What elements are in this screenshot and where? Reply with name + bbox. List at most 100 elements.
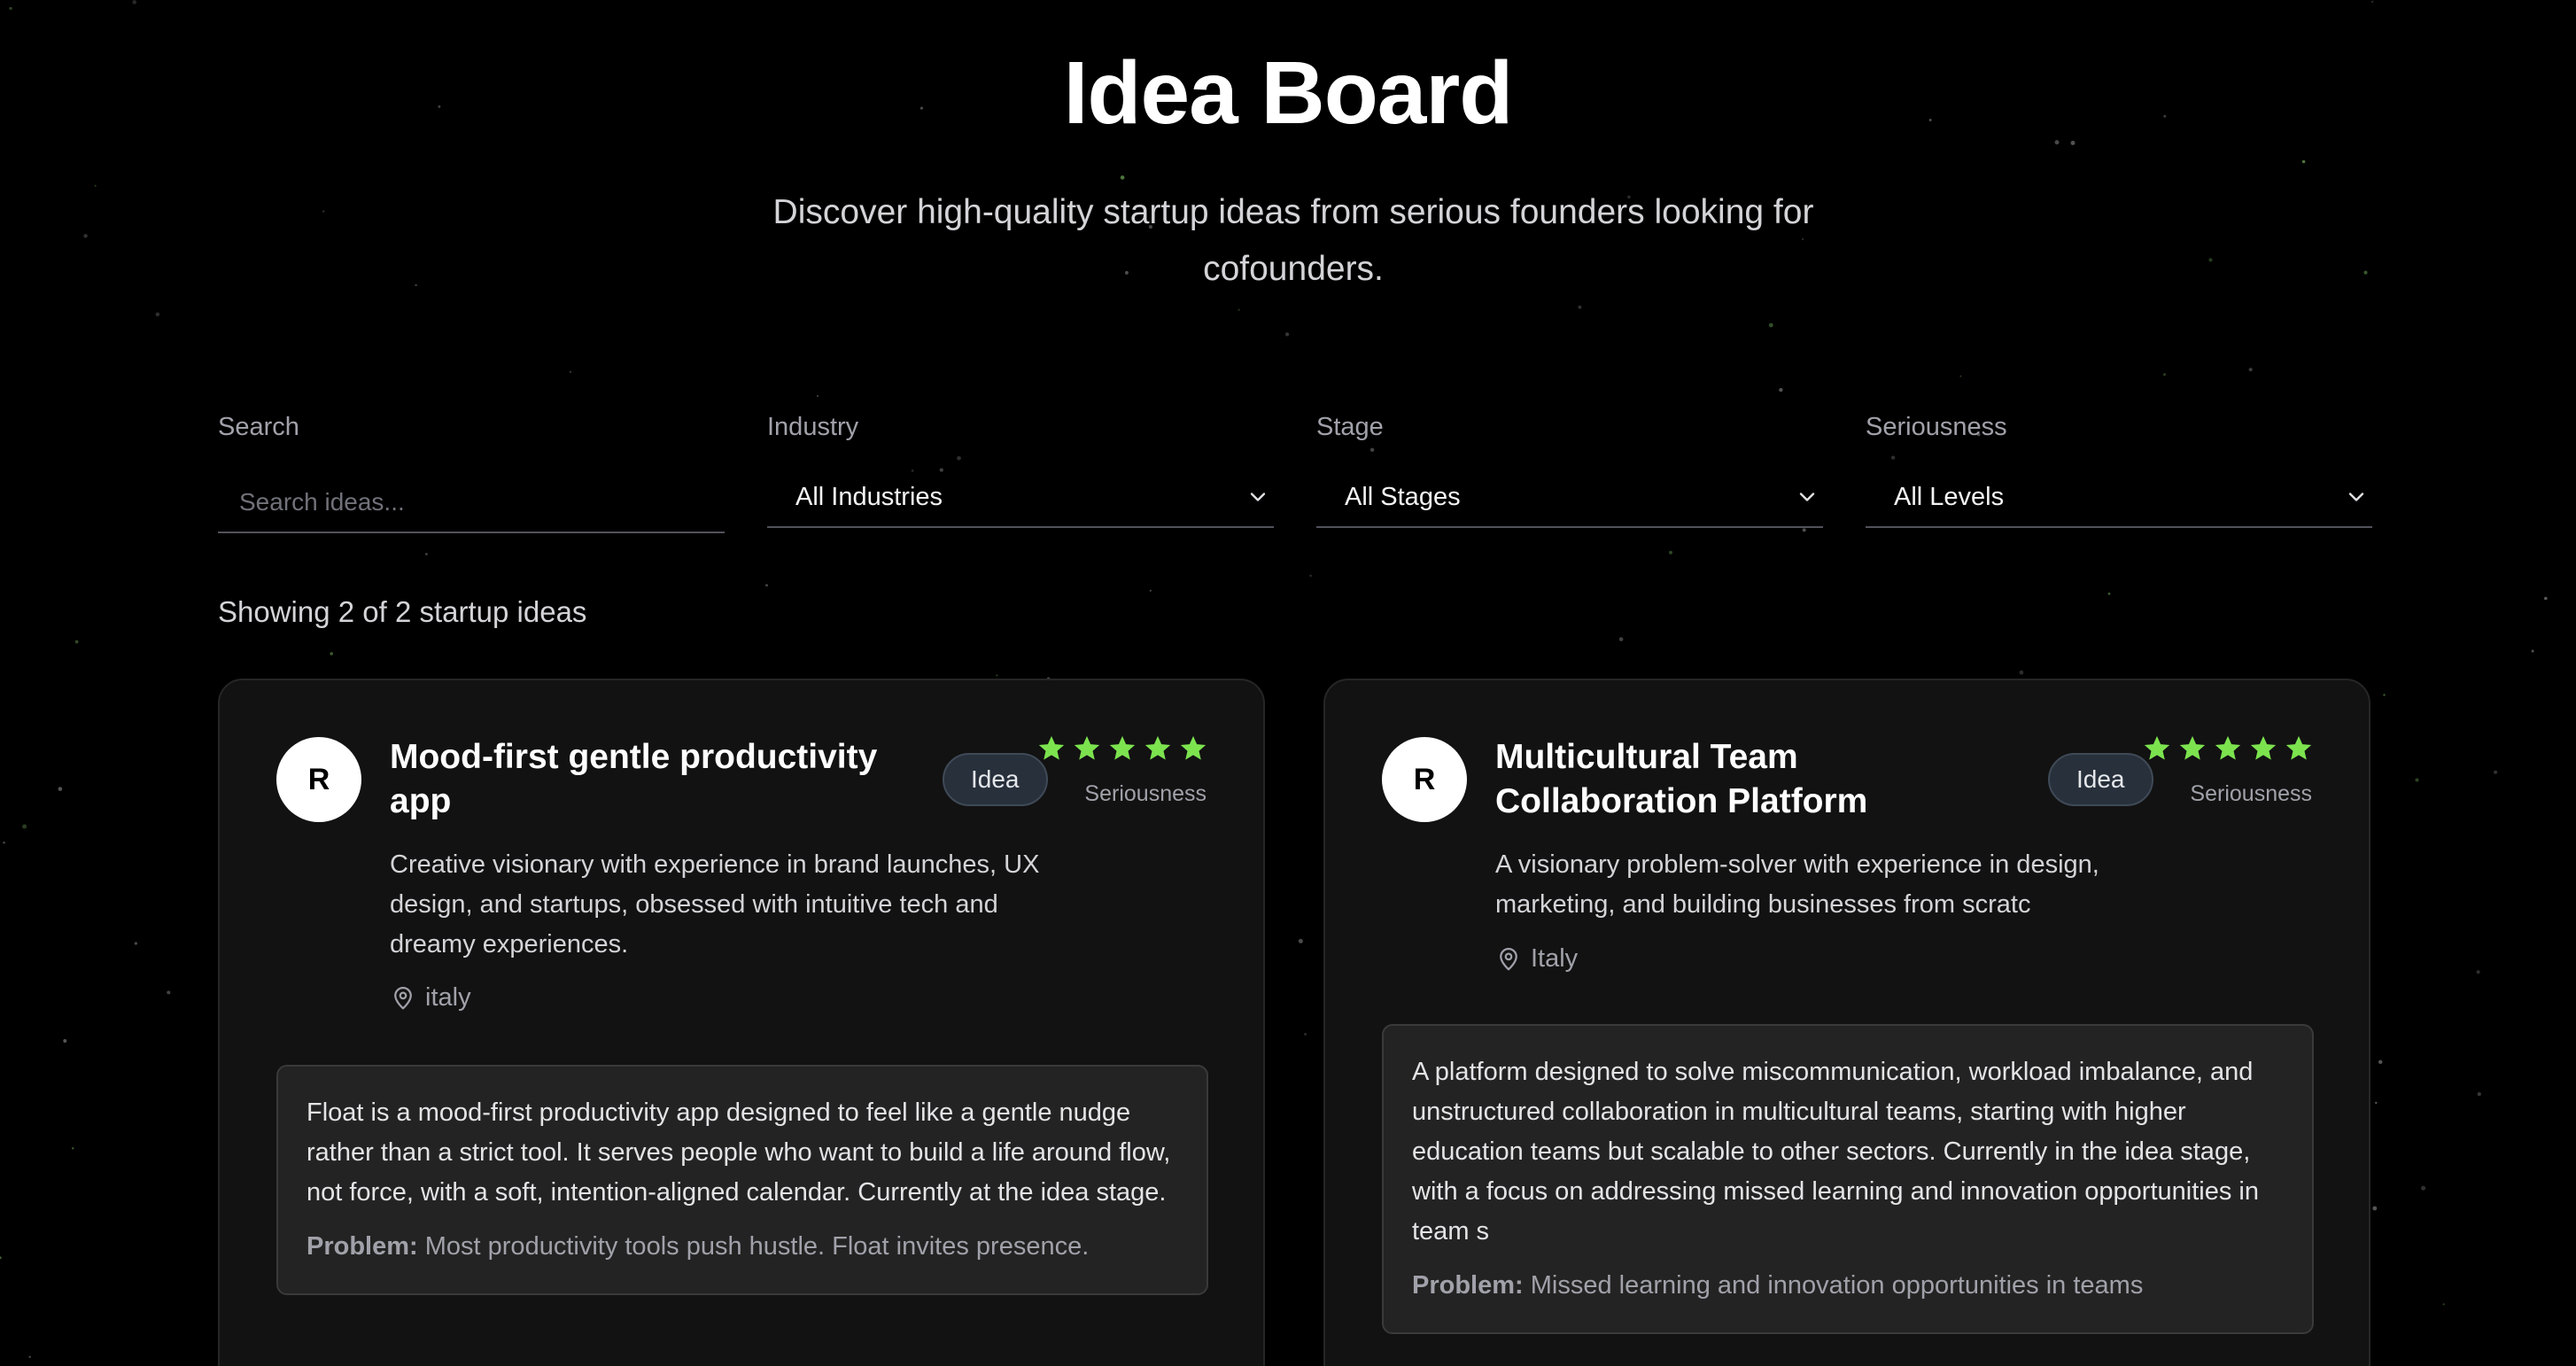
page: Idea Board Discover high-quality startup…	[0, 0, 2576, 1366]
star-dot	[74, 640, 79, 644]
chevron-down-icon	[1799, 493, 1815, 501]
star-dot	[957, 455, 961, 461]
star-dot	[1578, 305, 1582, 309]
star-icon	[2144, 735, 2170, 760]
star-dot	[1304, 1032, 1307, 1036]
star-dot	[2375, 1101, 2378, 1105]
star-icon	[2285, 735, 2312, 760]
star-dot	[2531, 649, 2534, 653]
star-dot	[415, 283, 417, 287]
star-dot	[83, 234, 88, 238]
stage-select-value: All Stages	[1345, 482, 1461, 511]
star-dot	[1309, 574, 1312, 578]
idea-problem: Problem: Most productivity tools push hu…	[306, 1227, 1178, 1267]
seriousness-stars	[2142, 733, 2314, 764]
star-dot	[0, 1256, 2, 1260]
star-dot	[996, 674, 998, 677]
star-dot	[2477, 1092, 2481, 1097]
star-icon	[1038, 735, 1065, 760]
star-dot	[2476, 970, 2480, 974]
founder-bio: Creative visionary with experience in br…	[390, 850, 1040, 959]
idea-problem: Problem: Missed learning and innovation …	[1412, 1266, 2284, 1306]
filter-industry: Industry All Industries	[767, 413, 1274, 528]
star-dot	[1959, 375, 1962, 377]
search-input[interactable]	[218, 473, 725, 533]
location: Italy	[1495, 944, 1578, 974]
star-dot	[1618, 637, 1624, 641]
star-dot	[1890, 455, 1896, 460]
star-dot	[569, 370, 572, 374]
stage-select[interactable]: All Stages	[1316, 468, 1823, 528]
search-label: Search	[218, 413, 299, 441]
filter-stage: Stage All Stages	[1316, 413, 1823, 528]
star-dot	[1668, 550, 1673, 555]
star-dot	[1298, 938, 1303, 943]
industry-select-value: All Industries	[795, 482, 943, 511]
star-dot	[28, 1355, 32, 1359]
star-dot	[132, 0, 137, 4]
star-dot	[1802, 528, 1806, 532]
star-dot	[1284, 332, 1290, 337]
location: italy	[390, 983, 471, 1013]
star-dot	[1779, 387, 1783, 392]
page-subtitle: Discover high-quality startup ideas from…	[772, 193, 1814, 288]
stage-badge: Idea	[2048, 753, 2153, 806]
problem-text: Most productivity tools push hustle. Flo…	[424, 1232, 1090, 1261]
seriousness-select[interactable]: All Levels	[1866, 468, 2372, 528]
star-dot	[3, 841, 5, 844]
seriousness-caption: Seriousness	[2190, 781, 2312, 806]
star-icon	[1144, 735, 1171, 760]
star-dot	[58, 787, 63, 791]
star-icon	[1074, 735, 1100, 760]
star-dot	[63, 1039, 67, 1043]
star-dot	[1369, 447, 1375, 452]
seriousness-select-value: All Levels	[1894, 482, 2005, 511]
star-dot	[2208, 258, 2213, 262]
avatar: R	[1382, 737, 1467, 822]
star-dot	[2372, 1206, 2378, 1211]
star-dot	[155, 312, 160, 317]
seriousness-stars	[1036, 733, 1208, 764]
chevron-down-icon	[2348, 493, 2364, 501]
problem-text: Missed learning and innovation opportuni…	[1530, 1271, 2144, 1300]
star-dot	[2163, 373, 2166, 376]
filter-seriousness: Seriousness All Levels	[1866, 413, 2372, 528]
star-dot	[94, 184, 97, 187]
star-dot	[2363, 270, 2368, 275]
star-dot	[2019, 670, 2024, 675]
idea-title[interactable]: Multicultural Team Collaboration Platfor…	[1495, 735, 2027, 824]
location-text: italy	[425, 983, 471, 1012]
star-dot	[134, 942, 138, 945]
idea-card[interactable]: R Multicultural Team Collaboration Platf…	[1323, 679, 2370, 1366]
star-dot	[330, 652, 334, 656]
idea-title[interactable]: Mood-first gentle productivity app	[390, 735, 921, 824]
idea-card[interactable]: R Mood-first gentle productivity app Ide…	[218, 679, 1265, 1366]
star-dot	[9, 6, 12, 11]
idea-description-box: A platform designed to solve miscommunic…	[1382, 1024, 2314, 1334]
star-dot	[2383, 694, 2386, 696]
problem-label: Problem:	[1412, 1271, 1524, 1300]
star-dot	[2494, 770, 2498, 774]
industry-select[interactable]: All Industries	[767, 468, 1274, 528]
seriousness-caption: Seriousness	[1084, 781, 1207, 806]
page-title: Idea Board	[1063, 43, 1514, 143]
star-dot	[2421, 1185, 2426, 1191]
chevron-down-icon	[1250, 493, 1266, 501]
star-dot	[2544, 596, 2548, 601]
map-pin-icon	[394, 986, 412, 1009]
industry-label: Industry	[767, 413, 859, 441]
star-dot	[1149, 589, 1152, 592]
avatar: R	[276, 737, 361, 822]
stage-label: Stage	[1316, 413, 1384, 441]
seriousness-label: Seriousness	[1866, 413, 2007, 441]
stage-badge: Idea	[943, 753, 1048, 806]
star-dot	[2370, 0, 2374, 4]
star-dot	[1238, 308, 1240, 311]
star-dot	[2107, 592, 2111, 595]
idea-description: Float is a mood-first productivity app d…	[306, 1098, 1171, 1207]
star-icon	[2250, 735, 2277, 760]
idea-description: A platform designed to solve miscommunic…	[1412, 1058, 2259, 1246]
star-dot	[1768, 322, 1773, 328]
star-dot	[1120, 175, 1125, 180]
founder-bio: A visionary problem-solver with experien…	[1495, 850, 2099, 919]
